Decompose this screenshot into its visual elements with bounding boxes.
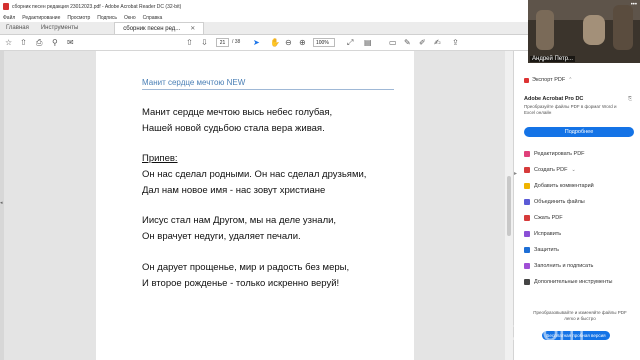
chevron-up-icon: ⌃ — [568, 77, 573, 83]
fill-sign-icon — [524, 263, 530, 269]
tool-more[interactable]: Дополнительные инструменты — [524, 279, 612, 285]
tool-label: Исправить — [534, 231, 562, 237]
tool-label: Объединить файлы — [534, 199, 585, 205]
verse3-line2: И второе рожденье - только искренно веру… — [142, 278, 340, 289]
star-icon[interactable]: ☆ — [5, 38, 12, 48]
verse2-line2: Он врачует недуги, удаляет печали. — [142, 231, 301, 242]
hand-icon[interactable]: ✋ — [270, 38, 280, 48]
close-icon[interactable]: ✕ — [190, 25, 195, 32]
menu-bar: Файл Редактирование Просмотр Подпись Окн… — [0, 13, 528, 22]
protect-icon — [524, 247, 530, 253]
verse1-line1: Манит сердце мечтою высь небес голубая, — [142, 107, 333, 118]
zoom-watermark: zoom — [512, 314, 585, 347]
tool-label: Дополнительные инструменты — [534, 279, 613, 285]
menu-edit[interactable]: Редактирование — [22, 15, 60, 21]
participant-figure — [536, 10, 554, 50]
verse2-line1: Иисус стал нам Другом, мы на деле узнали… — [142, 215, 337, 226]
tool-fill-sign[interactable]: Заполнить и подписать — [524, 263, 593, 269]
more-tools-icon — [524, 279, 530, 285]
highlight-icon[interactable]: ✐ — [419, 38, 426, 48]
upload-icon[interactable]: ⇧ — [20, 38, 27, 48]
video-thumbnail[interactable]: ••• Андрей Петр... — [528, 0, 640, 63]
sign-icon[interactable]: ✍ — [434, 38, 441, 48]
menu-window[interactable]: Окно — [124, 15, 136, 21]
window-title: сборник песен редакция 23012023.pdf - Ad… — [12, 3, 182, 10]
tool-label: Защитить — [534, 247, 559, 253]
tool-combine[interactable]: Объединить файлы — [524, 199, 585, 205]
tool-protect[interactable]: Защитить — [524, 247, 559, 253]
print-icon[interactable]: ⎙ — [36, 38, 42, 48]
tool-edit-pdf[interactable]: Редактировать PDF — [524, 151, 585, 157]
learn-more-button[interactable]: Подробнее — [524, 127, 634, 137]
prev-page-icon[interactable]: ⇧ — [186, 38, 193, 48]
tab-document[interactable]: сборник песен ред... ✕ — [114, 22, 205, 34]
tab-bar: Главная Инструменты сборник песен ред...… — [0, 22, 528, 35]
menu-file[interactable]: Файл — [3, 15, 15, 21]
chorus-label: Припев: — [142, 153, 178, 164]
scrollbar-thumb[interactable] — [507, 176, 511, 236]
page-total: / 38 — [232, 39, 241, 45]
acrobat-icon — [3, 3, 9, 10]
combine-icon — [524, 199, 530, 205]
page-view-icon[interactable]: ▤ — [364, 38, 372, 48]
title-bar: сборник песен редакция 23012023.pdf - Ad… — [0, 0, 528, 13]
dismiss-icon[interactable]: ⎘ — [628, 96, 632, 102]
tab-home[interactable]: Главная — [0, 22, 35, 34]
zoom-out-icon[interactable]: ⊖ — [285, 38, 292, 48]
chorus-line1: Он нас сделал родными. Он нас сделал дру… — [142, 169, 367, 180]
pen-icon[interactable]: ✎ — [404, 38, 411, 48]
fit-page-icon[interactable]: ⤢ — [347, 38, 353, 48]
next-page-icon[interactable]: ⇩ — [201, 38, 208, 48]
participant-figure — [613, 5, 633, 50]
zoom-in-icon[interactable]: ⊕ — [299, 38, 306, 48]
tool-create-pdf[interactable]: Создать PDF ⌄ — [524, 167, 576, 173]
menu-sign[interactable]: Подпись — [97, 15, 117, 21]
export-pdf-row[interactable]: Экспорт PDF ⌃ — [524, 77, 572, 83]
compress-icon — [524, 215, 530, 221]
tab-document-label: сборник песен ред... — [123, 25, 181, 32]
tool-compress[interactable]: Сжать PDF — [524, 215, 563, 221]
select-cursor-icon[interactable]: ➤ — [253, 38, 260, 48]
pro-description: Преобразуйте файлы PDF в формат Word и E… — [524, 104, 617, 115]
chevron-down-icon[interactable]: ⌄ — [571, 167, 575, 173]
participant-figure — [583, 15, 605, 45]
tool-redact[interactable]: Исправить — [524, 231, 561, 237]
edit-pdf-icon — [524, 151, 530, 157]
comment-icon[interactable]: ▭ — [389, 38, 397, 48]
share-icon[interactable]: ⇪ — [452, 38, 459, 48]
search-icon[interactable]: ⚲ — [52, 38, 58, 48]
verse1-line2: Нашей новой судьбою стала вера живая. — [142, 123, 325, 134]
page-number-input[interactable]: 21 — [216, 38, 229, 47]
create-pdf-icon — [524, 167, 530, 173]
export-pdf-icon — [524, 77, 529, 83]
pdf-page: Манит сердце мечтою NEW Манит сердце меч… — [96, 51, 414, 360]
menu-view[interactable]: Просмотр — [67, 15, 90, 21]
collapse-pane-icon[interactable]: ▸ — [514, 170, 517, 177]
mail-icon[interactable]: ✉ — [67, 38, 74, 48]
more-options-icon[interactable]: ••• — [631, 2, 637, 8]
tool-label: Редактировать PDF — [534, 151, 585, 157]
song-title: Манит сердце мечтою NEW — [142, 78, 246, 87]
title-rule — [142, 89, 394, 90]
tool-label: Сжать PDF — [534, 215, 563, 221]
verse3-line1: Он дарует прощенье, мир и радость без ме… — [142, 262, 350, 273]
acrobat-window: сборник песен редакция 23012023.pdf - Ad… — [0, 0, 528, 360]
menu-help[interactable]: Справка — [143, 15, 163, 21]
tool-comment[interactable]: Добавить комментарий — [524, 183, 594, 189]
tab-tools[interactable]: Инструменты — [35, 22, 84, 34]
pro-title: Adobe Acrobat Pro DC — [524, 96, 584, 102]
chorus-line2: Дал нам новое имя - нас зовут христиане — [142, 185, 326, 196]
redact-icon — [524, 231, 530, 237]
export-pdf-label: Экспорт PDF — [532, 77, 566, 83]
expand-left-icon[interactable]: ◂ — [0, 200, 3, 206]
tool-label: Создать PDF — [534, 167, 568, 173]
toolbar: ☆ ⇧ ⎙ ⚲ ✉ ⇧ ⇩ 21 / 38 ➤ ✋ ⊖ ⊕ 100% ⤢ ▤ ▭… — [0, 35, 528, 51]
tool-label: Заполнить и подписать — [534, 263, 594, 269]
zoom-select[interactable]: 100% — [313, 38, 335, 47]
participant-name: Андрей Петр... — [530, 56, 576, 62]
comment-icon — [524, 183, 530, 189]
tool-label: Добавить комментарий — [534, 183, 594, 189]
